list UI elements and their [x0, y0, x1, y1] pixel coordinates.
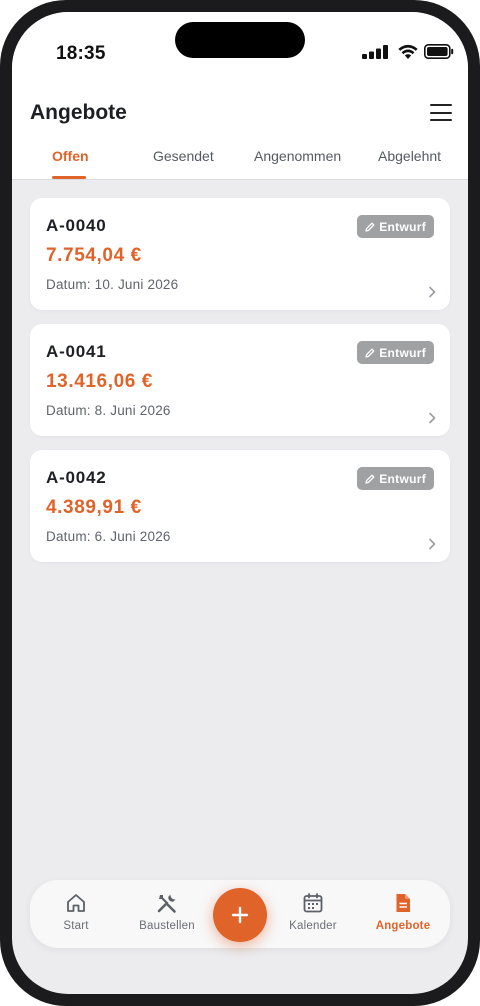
- tab-bar: Offen Gesendet Angenommen Abgelehnt: [12, 138, 468, 180]
- chevron-right-icon: [429, 286, 436, 298]
- menu-icon: [430, 104, 452, 107]
- calendar-icon: [303, 893, 323, 913]
- pencil-icon: [365, 348, 375, 358]
- menu-button[interactable]: [430, 104, 452, 122]
- plus-icon: [231, 906, 249, 924]
- app-header: Angebote: [12, 82, 468, 138]
- nav-label: Baustellen: [139, 920, 195, 932]
- nav-label: Start: [63, 920, 89, 932]
- offer-date: Datum: 10. Juni 2026: [46, 277, 179, 292]
- chevron-right-icon: [429, 412, 436, 424]
- volume-up-button: [0, 236, 4, 290]
- offer-amount: 4.389,91 €: [46, 497, 142, 518]
- offer-card[interactable]: A-0040 7.754,04 € Datum: 10. Juni 2026 E…: [30, 198, 450, 310]
- tab-offen[interactable]: Offen: [52, 148, 89, 164]
- mute-switch: [0, 160, 4, 198]
- status-badge-label: Entwurf: [379, 471, 426, 486]
- tools-icon: [157, 894, 176, 913]
- nav-label: Angebote: [375, 920, 431, 932]
- screen: 18:35 Angebote Offen Gesendet Angenommen…: [12, 12, 468, 994]
- pencil-icon: [365, 474, 375, 484]
- page-title: Angebote: [30, 101, 127, 124]
- status-badge-label: Entwurf: [379, 345, 426, 360]
- status-badge: Entwurf: [357, 341, 434, 364]
- status-badge: Entwurf: [357, 467, 434, 490]
- status-time: 18:35: [56, 43, 106, 64]
- nav-label: Kalender: [289, 920, 337, 932]
- pencil-icon: [365, 222, 375, 232]
- nav-item-start[interactable]: Start: [56, 892, 96, 932]
- offer-card[interactable]: A-0041 13.416,06 € Datum: 8. Juni 2026 E…: [30, 324, 450, 436]
- tab-gesendet[interactable]: Gesendet: [153, 148, 214, 164]
- offer-number: A-0042: [46, 468, 107, 487]
- offer-amount: 13.416,06 €: [46, 371, 153, 392]
- nav-item-angebote[interactable]: Angebote: [373, 892, 433, 932]
- status-badge: Entwurf: [357, 215, 434, 238]
- status-badge-label: Entwurf: [379, 219, 426, 234]
- tab-indicator: [52, 176, 86, 179]
- dynamic-island: [175, 22, 305, 58]
- offer-date: Datum: 6. Juni 2026: [46, 529, 171, 544]
- volume-down-button: [0, 302, 4, 356]
- menu-icon-line: [430, 119, 452, 122]
- offer-card[interactable]: A-0042 4.389,91 € Datum: 6. Juni 2026 En…: [30, 450, 450, 562]
- offer-number: A-0040: [46, 216, 107, 235]
- offer-date: Datum: 8. Juni 2026: [46, 403, 171, 418]
- wifi-icon: [398, 44, 418, 59]
- offer-amount: 7.754,04 €: [46, 245, 142, 266]
- battery-icon: [424, 44, 454, 59]
- tab-abgelehnt[interactable]: Abgelehnt: [378, 148, 441, 164]
- status-icons: [362, 44, 454, 59]
- home-icon: [67, 894, 85, 912]
- document-icon: [396, 894, 410, 912]
- chevron-right-icon: [429, 538, 436, 550]
- signal-icon: [362, 44, 388, 59]
- nav-item-kalender[interactable]: Kalender: [286, 892, 340, 932]
- offer-number: A-0041: [46, 342, 107, 361]
- power-button: [476, 236, 480, 316]
- menu-icon-line: [430, 111, 452, 114]
- tab-angenommen[interactable]: Angenommen: [254, 148, 341, 164]
- nav-item-baustellen[interactable]: Baustellen: [135, 892, 199, 932]
- add-button[interactable]: [213, 888, 267, 942]
